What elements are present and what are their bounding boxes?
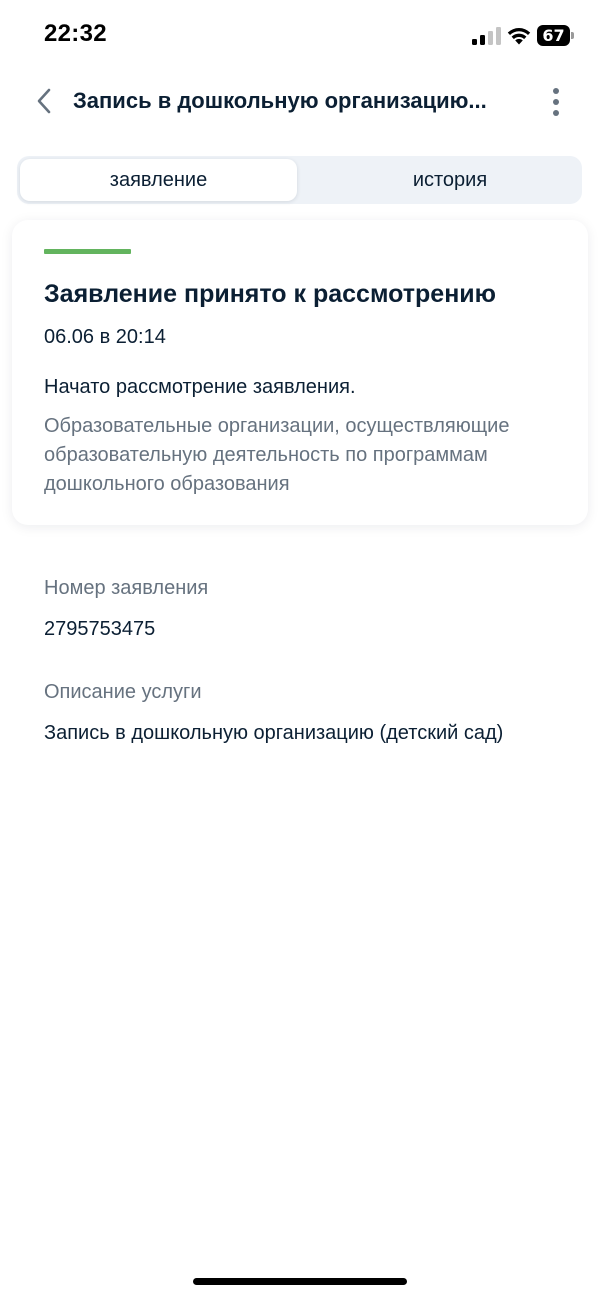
chevron-left-icon[interactable] bbox=[30, 86, 60, 116]
status-organization: Образовательные организации, осуществляю… bbox=[44, 415, 510, 495]
more-vertical-icon[interactable] bbox=[546, 86, 566, 118]
status-bar: 22:32 67 bbox=[0, 0, 600, 72]
tab-application[interactable]: заявление bbox=[20, 159, 297, 201]
service-description: Запись в дошкольную организацию (детский… bbox=[44, 722, 504, 744]
status-card: Заявление принято к рассмотрению 06.06 в… bbox=[12, 220, 588, 525]
tab-history[interactable]: история bbox=[320, 159, 580, 201]
status-title: Заявление принято к рассмотрению bbox=[44, 280, 497, 308]
application-number-label: Номер заявления bbox=[44, 577, 209, 599]
page-title: Запись в дошкольную организацию... bbox=[73, 88, 487, 113]
header: Запись в дошкольную организацию... bbox=[0, 78, 600, 126]
application-number: 2795753475 bbox=[44, 618, 156, 640]
battery-level: 67 bbox=[537, 25, 570, 46]
status-indicator bbox=[44, 249, 131, 254]
status-time: 22:32 bbox=[44, 20, 107, 47]
battery-icon: 67 bbox=[537, 25, 575, 46]
status-date: 06.06 в 20:14 bbox=[44, 326, 166, 348]
wifi-icon bbox=[507, 28, 531, 45]
tab-bar: заявление история bbox=[17, 156, 582, 204]
status-message: Начато рассмотрение заявления. bbox=[44, 376, 356, 398]
signal-icon bbox=[472, 27, 501, 45]
home-indicator[interactable] bbox=[193, 1278, 407, 1285]
service-description-label: Описание услуги bbox=[44, 681, 202, 703]
